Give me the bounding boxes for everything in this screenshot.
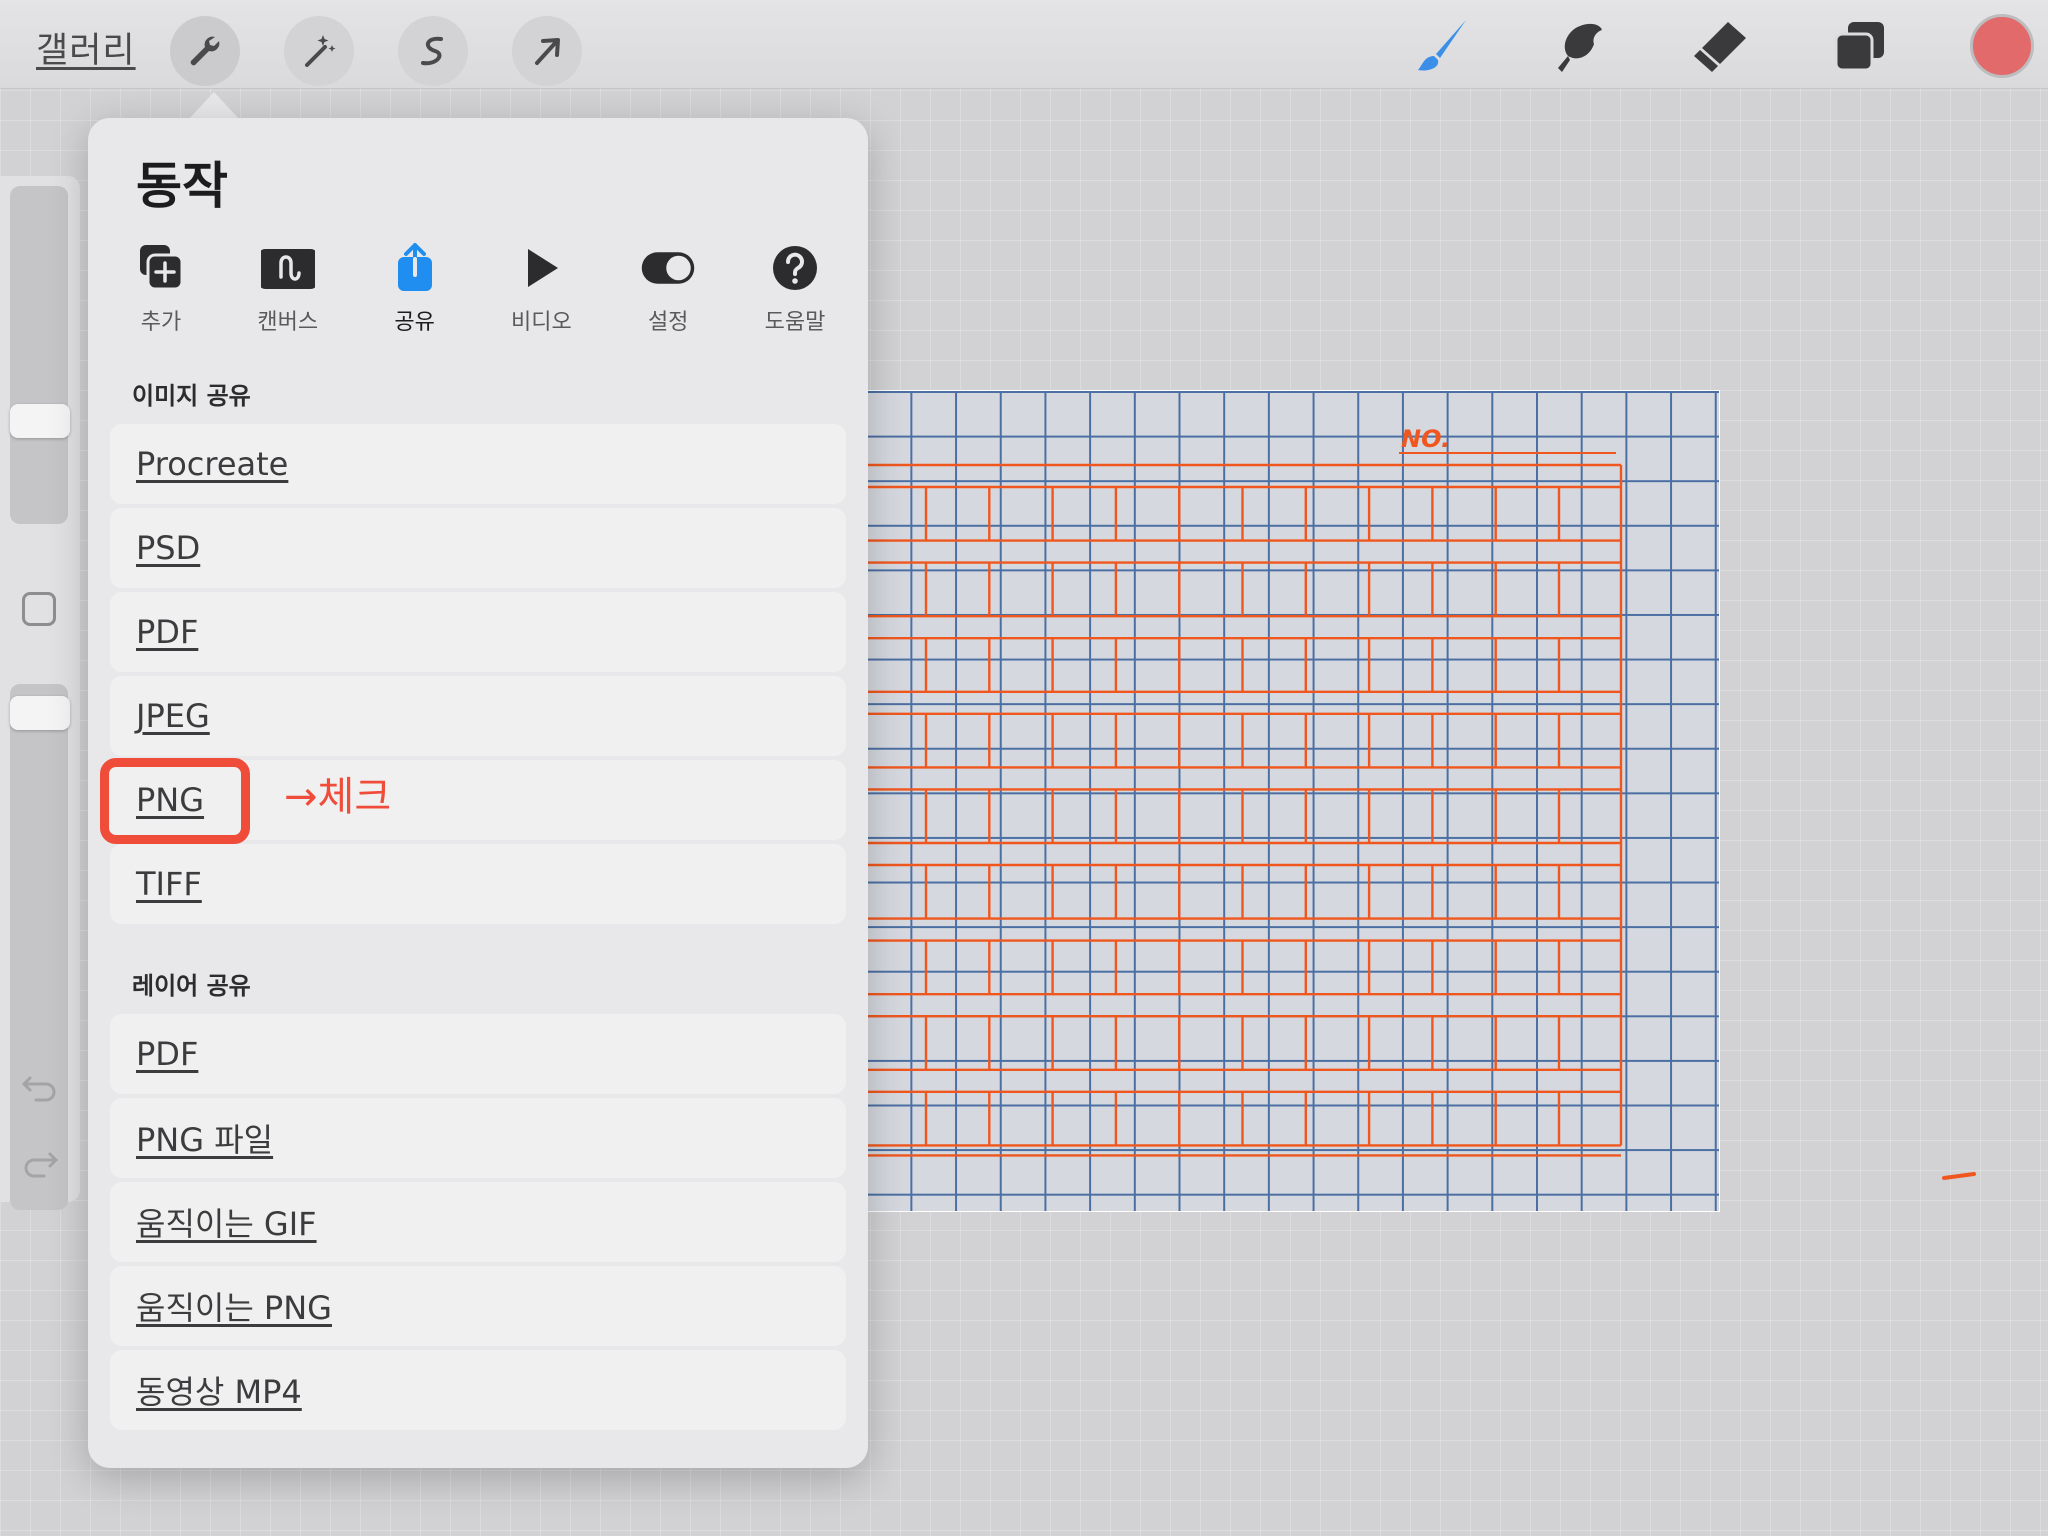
list-item-label: PNG 파일 <box>136 1121 274 1159</box>
manuscript-grid: NO. <box>821 425 1623 1157</box>
layers-icon <box>1834 22 1884 72</box>
tab-label: 비디오 <box>511 310 572 335</box>
share-jpeg[interactable]: JPEG <box>110 676 846 756</box>
eraser-button[interactable] <box>1688 14 1752 78</box>
selection-button[interactable] <box>398 16 468 86</box>
brush-icon <box>1418 20 1466 71</box>
popover-pointer <box>188 92 240 120</box>
handwritten-note-text: →체크 <box>284 774 391 820</box>
list-item-label: Procreate <box>136 445 289 483</box>
toggle-icon <box>641 252 695 284</box>
share-psd[interactable]: PSD <box>110 508 846 588</box>
drawing-canvas[interactable]: NO. <box>820 390 1720 1212</box>
list-item-label: 움직이는 PNG <box>136 1289 332 1327</box>
share-pdf[interactable]: PDF <box>110 592 846 672</box>
handwritten-note: →체크 <box>284 774 391 820</box>
share-animated-mp4[interactable]: 동영상 MP4 <box>110 1350 846 1430</box>
selection-icon <box>421 36 443 66</box>
list-item-label: 움직이는 GIF <box>136 1205 317 1243</box>
magic-wand-icon <box>305 35 336 67</box>
left-sidebar <box>0 176 80 1210</box>
number-label: NO. <box>1401 425 1450 453</box>
share-animated-gif[interactable]: 움직이는 GIF <box>110 1182 846 1262</box>
transform-arrow-icon <box>535 38 560 65</box>
share-animated-png[interactable]: 움직이는 PNG <box>110 1266 846 1346</box>
transform-button[interactable] <box>512 16 582 86</box>
list-item-label: JPEG <box>136 697 210 735</box>
play-icon <box>528 249 559 287</box>
canvas-icon <box>260 249 315 289</box>
opacity-thumb[interactable] <box>10 696 70 730</box>
tab-video[interactable]: 비디오 <box>482 240 600 350</box>
brush-size-thumb[interactable] <box>10 404 70 438</box>
image-share-list: Procreate PSD PDF JPEG PNG TIFF <box>110 424 846 928</box>
adjustments-button[interactable] <box>284 16 354 86</box>
gallery-button[interactable]: 갤러리 <box>36 22 136 73</box>
tab-prefs[interactable]: 설정 <box>609 240 727 350</box>
layers-button[interactable] <box>1828 14 1892 78</box>
share-procreate[interactable]: Procreate <box>110 424 846 504</box>
modify-button[interactable] <box>22 592 56 626</box>
list-item-label: PDF <box>136 1035 199 1073</box>
opacity-slider[interactable] <box>10 684 68 1210</box>
actions-button[interactable] <box>170 16 240 86</box>
eraser-icon <box>1694 22 1746 72</box>
top-toolbar: 갤러리 <box>0 0 2048 88</box>
share-icon <box>397 243 432 291</box>
tab-label: 공유 <box>394 310 435 335</box>
actions-tabs: 추가 캔버스 공유 비디오 설정 도움말 <box>102 240 854 350</box>
redo-icon[interactable] <box>20 1142 60 1182</box>
share-tiff[interactable]: TIFF <box>110 844 846 924</box>
tab-canvas[interactable]: 캔버스 <box>229 240 347 350</box>
tab-label: 도움말 <box>764 310 826 335</box>
tab-label: 캔버스 <box>257 310 319 335</box>
help-icon <box>772 246 817 290</box>
add-icon <box>140 245 184 291</box>
brush-button[interactable] <box>1410 14 1474 78</box>
tab-add[interactable]: 추가 <box>102 240 220 350</box>
highlight-box <box>100 758 250 844</box>
brush-size-slider[interactable] <box>10 186 68 524</box>
popover-title: 동작 <box>136 157 228 215</box>
image-share-heading: 이미지 공유 <box>132 382 251 410</box>
stray-stroke <box>1942 1172 1976 1180</box>
layer-share-list: PDF PNG 파일 움직이는 GIF 움직이는 PNG 동영상 MP4 <box>110 1014 846 1434</box>
list-item-label: PSD <box>136 529 201 567</box>
list-item-label: PDF <box>136 613 199 651</box>
tab-label: 설정 <box>647 310 689 335</box>
smudge-button[interactable] <box>1548 14 1612 78</box>
tab-help[interactable]: 도움말 <box>736 240 854 350</box>
share-layers-pdf[interactable]: PDF <box>110 1014 846 1094</box>
list-item-label: 동영상 MP4 <box>136 1373 302 1411</box>
layer-share-heading: 레이어 공유 <box>132 972 251 1000</box>
tab-label: 추가 <box>140 310 182 335</box>
list-item-label: TIFF <box>136 865 202 903</box>
smudge-icon <box>1558 23 1602 72</box>
share-layers-png[interactable]: PNG 파일 <box>110 1098 846 1178</box>
color-picker-button[interactable] <box>1970 14 2034 78</box>
wrench-icon <box>190 36 220 66</box>
tab-share[interactable]: 공유 <box>356 240 474 350</box>
undo-icon[interactable] <box>20 1066 60 1106</box>
